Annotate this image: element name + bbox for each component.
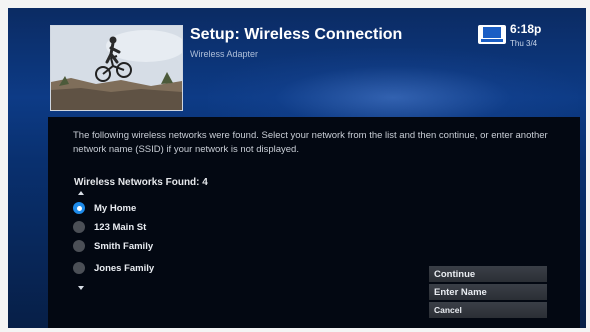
- page-subtitle: Wireless Adapter: [190, 49, 259, 59]
- network-item-jones-family[interactable]: Jones Family: [73, 259, 233, 277]
- radio-icon: [73, 221, 85, 233]
- network-label: 123 Main St: [94, 221, 147, 233]
- network-label: Smith Family: [94, 240, 154, 252]
- network-item-smith-family[interactable]: Smith Family: [73, 237, 233, 255]
- networks-found-label: Wireless Networks Found: 4: [74, 177, 208, 188]
- tv-screen: Setup: Wireless Connection Wireless Adap…: [8, 8, 586, 328]
- instructions-text: The following wireless networks were fou…: [73, 130, 548, 155]
- radio-icon: [73, 262, 85, 274]
- clock-date: Thu 3/4: [510, 39, 538, 48]
- scroll-down-icon[interactable]: [78, 286, 84, 290]
- content-panel: The following wireless networks were fou…: [48, 117, 580, 328]
- scroll-up-icon[interactable]: [78, 191, 84, 195]
- thumbnail-image: [50, 25, 183, 111]
- network-label: Jones Family: [94, 262, 155, 274]
- network-item-my-home[interactable]: My Home: [73, 199, 233, 217]
- cancel-button[interactable]: Cancel: [429, 302, 547, 318]
- cyclist-photo: [51, 26, 182, 110]
- network-item-123-main-st[interactable]: 123 Main St: [73, 218, 233, 236]
- enter-name-button[interactable]: Enter Name: [429, 284, 547, 300]
- page-title: Setup: Wireless Connection: [190, 26, 403, 43]
- network-label: My Home: [94, 202, 137, 214]
- radio-selected-icon: [73, 202, 85, 214]
- directv-logo-icon: [478, 25, 506, 44]
- clock-time: 6:18p: [510, 22, 542, 36]
- continue-button[interactable]: Continue: [429, 266, 547, 282]
- radio-icon: [73, 240, 85, 252]
